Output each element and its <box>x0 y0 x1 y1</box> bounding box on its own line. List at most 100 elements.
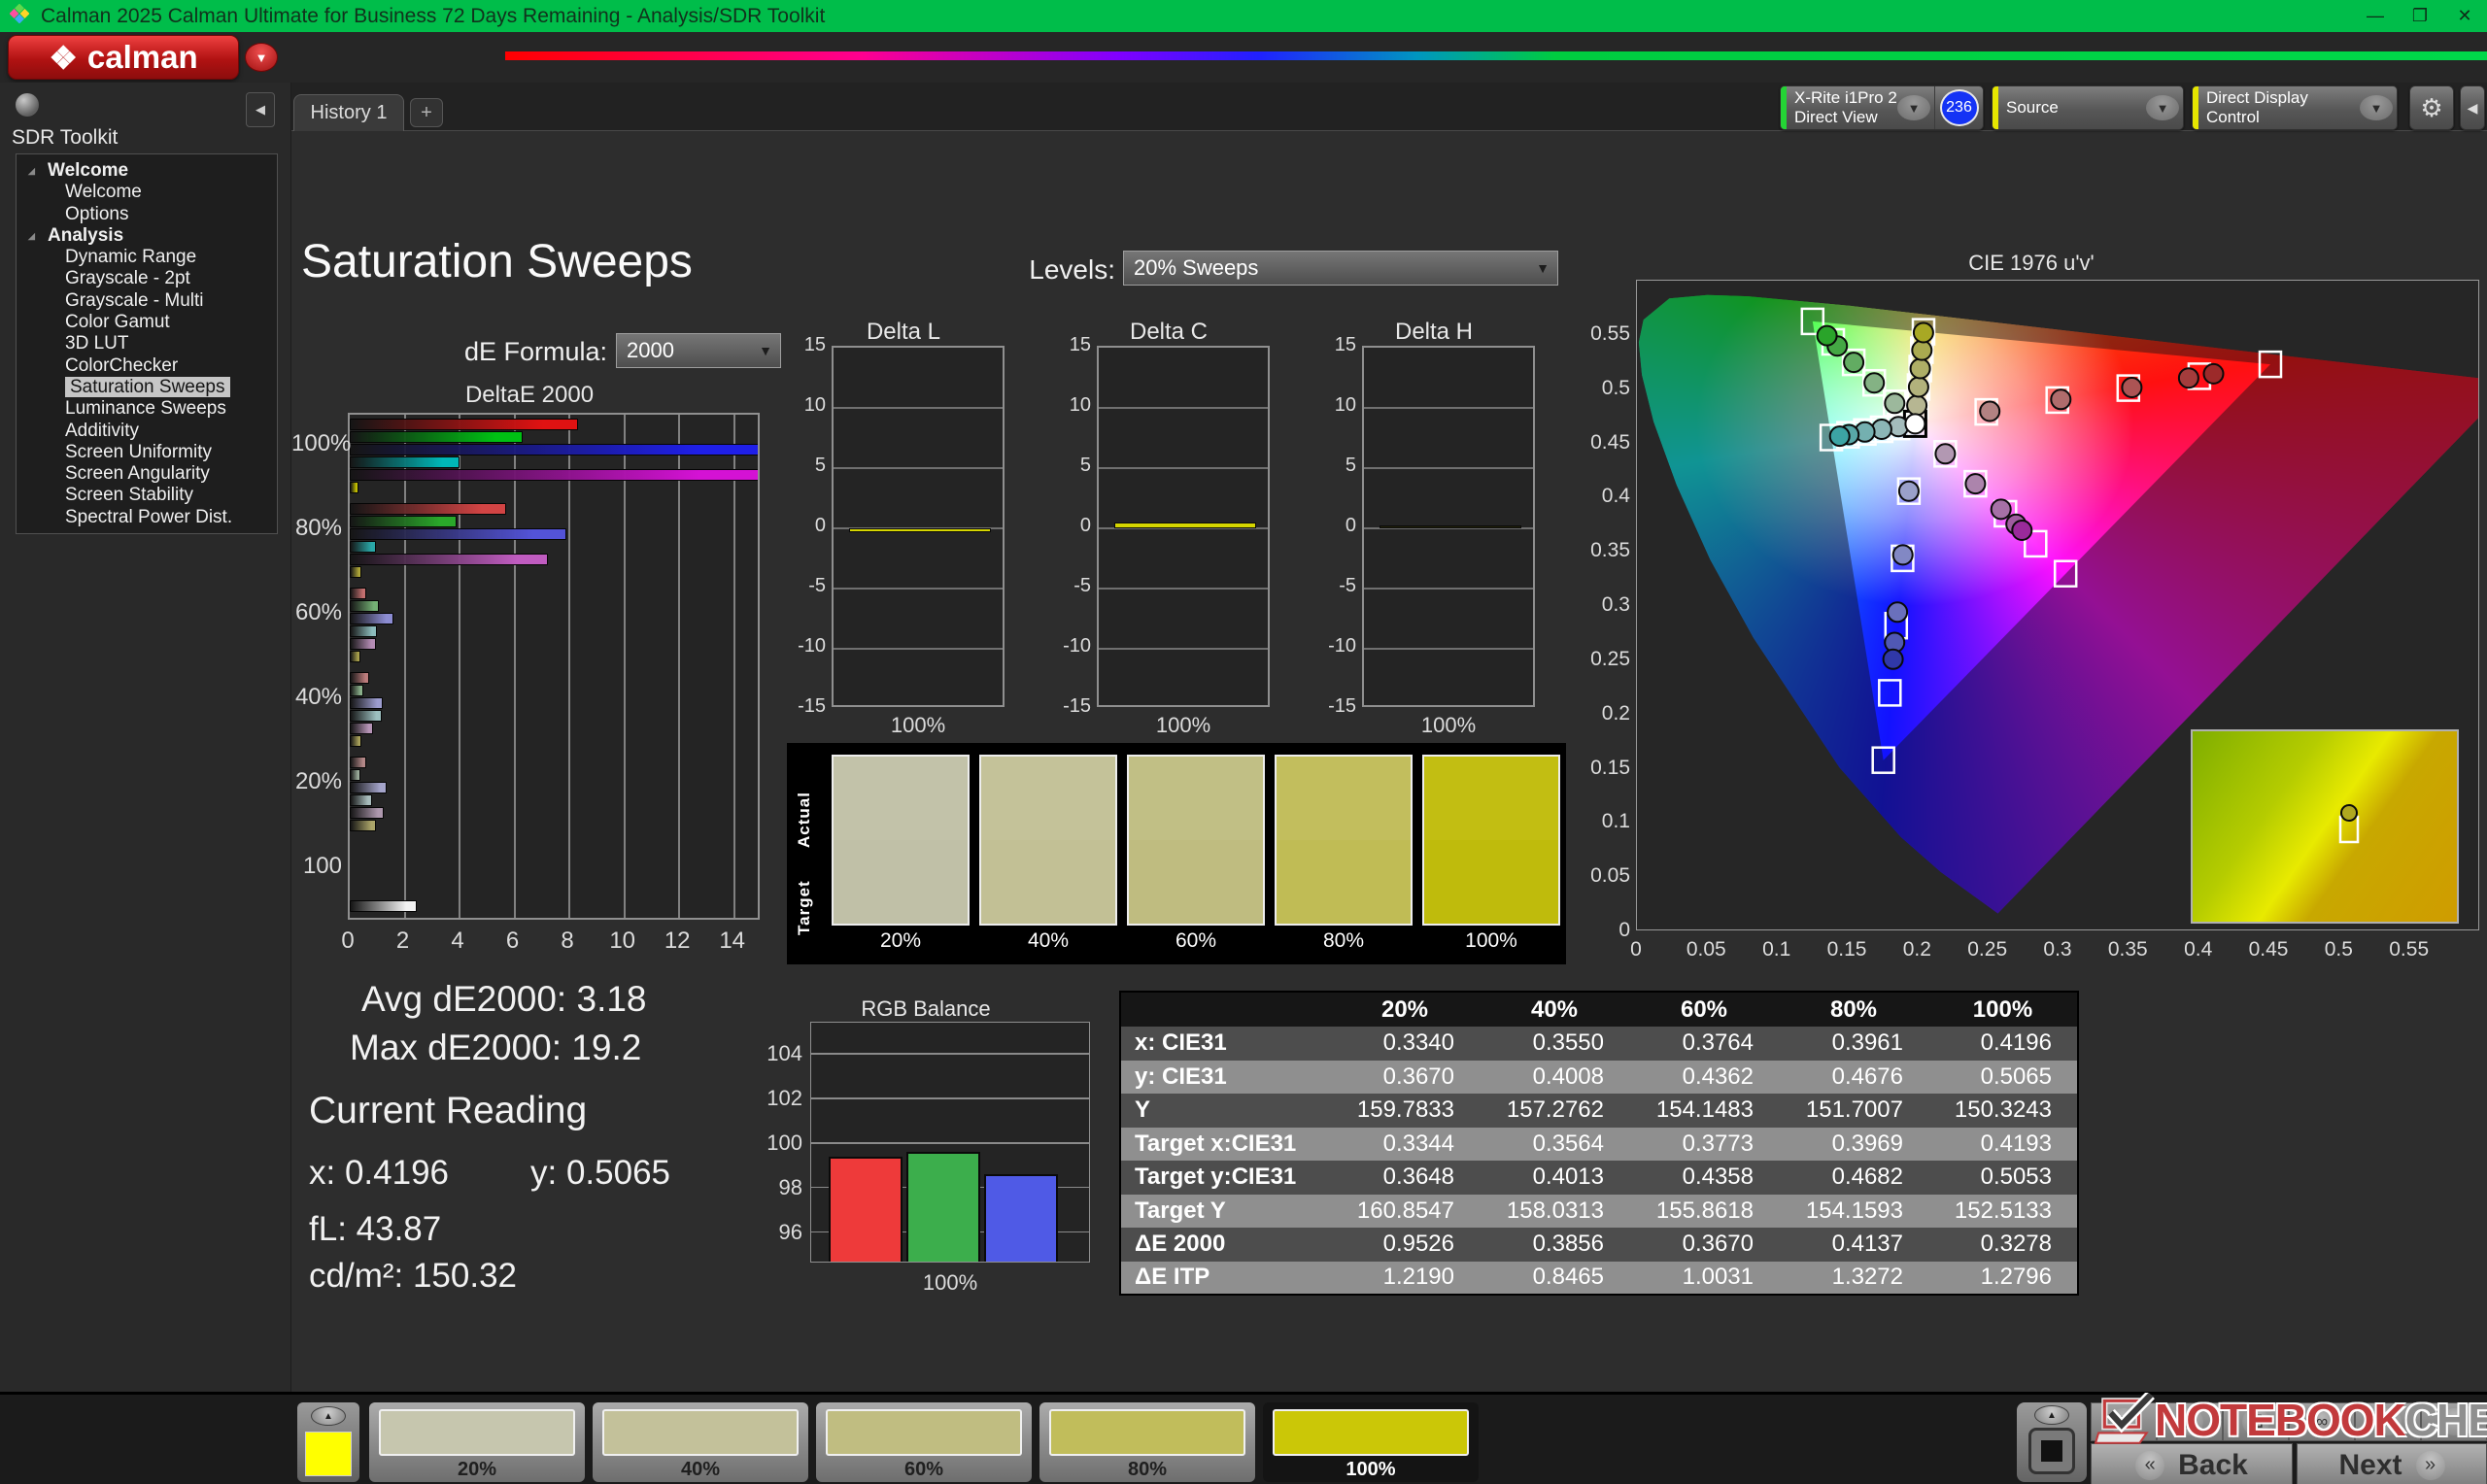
bottom-pattern-strip: ▲ 20% 40% 60% 80% 100% ▲ ▤ ▶ ❏ ∞ ⟳ · « Back Next … <box>0 1392 2487 1484</box>
cell-value: 154.1593 <box>1779 1194 1928 1228</box>
measured-marker-green-60pct <box>1843 352 1865 374</box>
display-control-dropdown[interactable]: Direct Display Control ▼ <box>2192 85 2398 130</box>
pattern-tile-40%[interactable]: 40% <box>593 1402 808 1482</box>
cell-value: 0.3764 <box>1629 1027 1779 1061</box>
de-bar-100%-cyan <box>350 456 460 468</box>
sidebar-item-grayscale-multi[interactable]: Grayscale - Multi <box>17 290 277 312</box>
tab-history-1[interactable]: History 1 <box>293 94 404 131</box>
cell-value: 0.4682 <box>1779 1161 1928 1195</box>
cell-value: 1.2190 <box>1330 1261 1480 1295</box>
group-label: 40% <box>294 683 342 710</box>
y-tick-label: 5 <box>1079 455 1091 476</box>
y-tick-label: -5 <box>1339 575 1356 596</box>
sidebar: ◀ SDR Toolkit ◢ Welcome Welcome Options ◢ Ana… <box>0 83 291 1396</box>
back-button[interactable]: « Back <box>2091 1443 2293 1484</box>
cell-value: 160.8547 <box>1330 1194 1480 1228</box>
y-tick-label: 0.15 <box>1590 756 1630 779</box>
y-tick-label: -15 <box>1328 695 1356 717</box>
pattern-tile-80%[interactable]: 80% <box>1039 1402 1255 1482</box>
y-tick-label: 15 <box>1069 334 1091 355</box>
up-arrow-icon[interactable]: ▲ <box>311 1406 346 1426</box>
calman-menu-button[interactable]: ❖ calman <box>8 35 239 80</box>
sidebar-sphere-button[interactable] <box>16 93 39 117</box>
y-tick-label: -10 <box>1063 635 1091 657</box>
sidebar-item-3d-lut[interactable]: 3D LUT <box>17 333 277 354</box>
x-tick-label: 10 <box>609 928 636 954</box>
y-tick-label: 0 <box>1345 515 1356 536</box>
close-button[interactable]: ✕ <box>2442 0 2487 32</box>
panel-collapse-button[interactable]: ◀ <box>2460 85 2485 130</box>
measured-marker-blue-100pct <box>1882 648 1904 670</box>
pattern-control-panel: ▲ <box>2017 1402 2087 1482</box>
row-label: ΔE 2000 <box>1120 1228 1330 1262</box>
sidebar-item-grayscale-2pt[interactable]: Grayscale - 2pt <box>17 268 277 289</box>
de-formula-select[interactable]: 2000 ▼ <box>616 333 781 368</box>
add-tab-button[interactable]: + <box>410 98 443 127</box>
workflow-tree: ◢ Welcome Welcome Options ◢ Analysis Dynamic R… <box>16 153 278 534</box>
x-tick-label: 0.25 <box>1967 938 2008 961</box>
rgb-bar-R <box>829 1156 903 1262</box>
sidebar-item-label: 3D LUT <box>65 333 129 354</box>
sidebar-item-dynamic-range[interactable]: Dynamic Range <box>17 247 277 268</box>
up-arrow-icon[interactable]: ▲ <box>2034 1405 2069 1425</box>
tile-label: 60% <box>903 1459 944 1480</box>
sidebar-item-color-gamut[interactable]: Color Gamut <box>17 312 277 333</box>
sweep-swatch-40% <box>979 755 1117 926</box>
sidebar-item-screen-stability[interactable]: Screen Stability <box>17 485 277 506</box>
table-row: Target x:CIE31 0.3344 0.3564 0.3773 0.3969 0.… <box>1120 1127 2078 1161</box>
sidebar-item-screen-angularity[interactable]: Screen Angularity <box>17 463 277 485</box>
actual-color <box>834 757 968 840</box>
tree-group-welcome[interactable]: ◢ Welcome <box>17 160 277 182</box>
group-label: 100 <box>302 852 342 879</box>
table-row: Target y:CIE31 0.3648 0.4013 0.4358 0.4682 0.… <box>1120 1161 2078 1195</box>
measured-marker-yellow-60pct <box>1909 357 1931 380</box>
calman-menu-dropdown-icon[interactable]: ▼ <box>245 43 278 72</box>
sidebar-item-spectral-power-dist-[interactable]: Spectral Power Dist. <box>17 507 277 528</box>
next-label: Next <box>2338 1448 2402 1481</box>
actual-color <box>1129 757 1263 840</box>
sidebar-item-label: Saturation Sweeps <box>65 376 230 397</box>
sidebar-item-colorchecker[interactable]: ColorChecker <box>17 355 277 377</box>
y-tick-label: 0.05 <box>1590 864 1630 888</box>
sidebar-item-options[interactable]: Options <box>17 204 277 225</box>
sidebar-item-label: Screen Stability <box>65 485 194 506</box>
sidebar-item-screen-uniformity[interactable]: Screen Uniformity <box>17 442 277 463</box>
pattern-mini-tile[interactable]: ▲ <box>297 1402 359 1482</box>
meter-dropdown[interactable]: X-Rite i1Pro 2 Direct View ▼ 236 <box>1780 85 1984 130</box>
de-bar-20%-red <box>350 757 366 768</box>
watermark-notebook-text: NOTEBOOK <box>2155 1395 2406 1445</box>
pattern-tile-60%[interactable]: 60% <box>816 1402 1032 1482</box>
sweep-swatch-60% <box>1127 755 1265 926</box>
gridline <box>811 1053 1089 1055</box>
gridline <box>568 415 571 918</box>
cie-plot <box>1636 280 2479 930</box>
next-button[interactable]: Next » <box>2297 1443 2487 1484</box>
cell-value: 0.3550 <box>1480 1027 1629 1061</box>
tree-group-analysis[interactable]: ◢ Analysis <box>17 225 277 247</box>
de-bar-100-red <box>350 900 418 912</box>
sidebar-item-additivity[interactable]: Additivity <box>17 421 277 442</box>
y-tick-label: 0.4 <box>1601 485 1630 508</box>
cell-value: 0.4193 <box>1928 1127 2078 1161</box>
levels-select[interactable]: 20% Sweeps ▼ <box>1123 251 1558 286</box>
sidebar-item-label: Options <box>65 203 129 224</box>
gridline <box>678 415 681 918</box>
next-chevron-icon: » <box>2415 1450 2445 1480</box>
de-formula-value: 2000 <box>627 338 674 362</box>
row-label: Target y:CIE31 <box>1120 1161 1330 1195</box>
minimize-button[interactable]: — <box>2353 0 2398 32</box>
settings-button[interactable]: ⚙ <box>2409 85 2454 130</box>
actual-target-swatch-panel: Actual Target 20% 40% 60% 80% 100% <box>787 743 1566 964</box>
sidebar-item-welcome[interactable]: Welcome <box>17 182 277 203</box>
actual-color <box>1277 757 1411 840</box>
source-dropdown[interactable]: Source ▼ <box>1992 85 2184 130</box>
maximize-button[interactable]: ❐ <box>2398 0 2442 32</box>
stop-pattern-button[interactable] <box>2028 1428 2075 1474</box>
pattern-tile-100%[interactable]: 100% <box>1263 1402 1479 1482</box>
sidebar-item-saturation-sweeps[interactable]: Saturation Sweeps <box>17 376 277 398</box>
chevron-down-icon: ▼ <box>1897 95 1930 120</box>
de-bar-20%-green <box>350 769 361 781</box>
pattern-tile-20%[interactable]: 20% <box>369 1402 585 1482</box>
sidebar-item-luminance-sweeps[interactable]: Luminance Sweeps <box>17 398 277 420</box>
sidebar-collapse-button[interactable]: ◀ <box>246 92 275 127</box>
